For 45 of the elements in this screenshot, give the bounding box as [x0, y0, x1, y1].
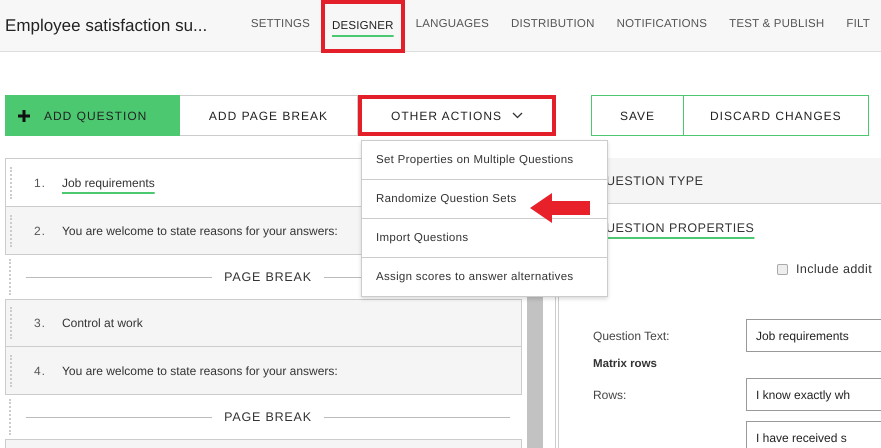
nav-tab[interactable]: NOTIFICATIONS: [606, 0, 718, 51]
question-text: Job requirements: [62, 176, 155, 190]
checkbox[interactable]: [777, 264, 788, 274]
question-text: You are welcome to state reasons for your answers:: [62, 364, 338, 378]
toolbar-button[interactable]: SAVE: [591, 95, 683, 136]
question-row[interactable]: 3. Control at work: [5, 299, 522, 347]
properties-tab[interactable]: UESTION PROPERTIES: [606, 221, 754, 235]
dropdown-button[interactable]: OTHER ACTIONS: [358, 95, 556, 136]
question-row[interactable]: [5, 439, 522, 448]
plus-icon: [18, 110, 30, 122]
question-number: 2.: [34, 224, 48, 238]
toolbar-button[interactable]: DISCARD CHANGES: [683, 95, 869, 136]
input-field[interactable]: I know exactly wh: [746, 378, 881, 411]
nav-tab[interactable]: DISTRIBUTION: [500, 0, 606, 51]
drag-handle[interactable]: [10, 354, 15, 386]
nav-tab[interactable]: LANGUAGES: [404, 0, 500, 51]
drag-handle[interactable]: [10, 166, 15, 198]
survey-title: Employee satisfaction su...: [5, 16, 208, 36]
page-break-label: PAGE BREAK: [224, 270, 312, 284]
drag-handle[interactable]: [10, 307, 15, 339]
chevron-down-icon: [512, 112, 523, 119]
input-field[interactable]: Job requirements: [746, 319, 881, 352]
field-label: Question Text:: [592, 328, 670, 342]
nav-tab[interactable]: FILT: [835, 0, 881, 51]
section-heading: Matrix rows: [592, 358, 658, 370]
input-field[interactable]: I have received s: [746, 421, 881, 448]
nav-tab[interactable]: SETTINGS: [240, 0, 321, 51]
drag-handle[interactable]: [9, 399, 14, 435]
add-question-button[interactable]: ADD QUESTION: [5, 95, 180, 136]
page-break-label: PAGE BREAK: [224, 410, 312, 424]
question-text: Control at work: [62, 316, 143, 330]
toolbar-button[interactable]: ADD PAGE BREAK: [180, 95, 358, 136]
menu-item[interactable]: Assign scores to answer alternatives: [362, 257, 607, 296]
nav-tab[interactable]: TEST & PUBLISH: [718, 0, 836, 51]
field-label: Rows:: [592, 388, 628, 402]
menu-item[interactable]: Import Questions: [362, 218, 607, 257]
question-row[interactable]: 4. You are welcome to state reasons for your answers:: [5, 347, 522, 395]
checkbox-label: Include addit: [796, 262, 872, 276]
question-number: 4.: [34, 364, 48, 378]
drag-handle[interactable]: [10, 214, 15, 246]
question-number: 3.: [34, 316, 48, 330]
nav-tab[interactable]: DESIGNER: [320, 0, 405, 52]
question-text: You are welcome to state reasons for your answers:: [62, 224, 338, 238]
drag-handle[interactable]: [9, 259, 14, 295]
question-number: 1.: [34, 176, 48, 190]
